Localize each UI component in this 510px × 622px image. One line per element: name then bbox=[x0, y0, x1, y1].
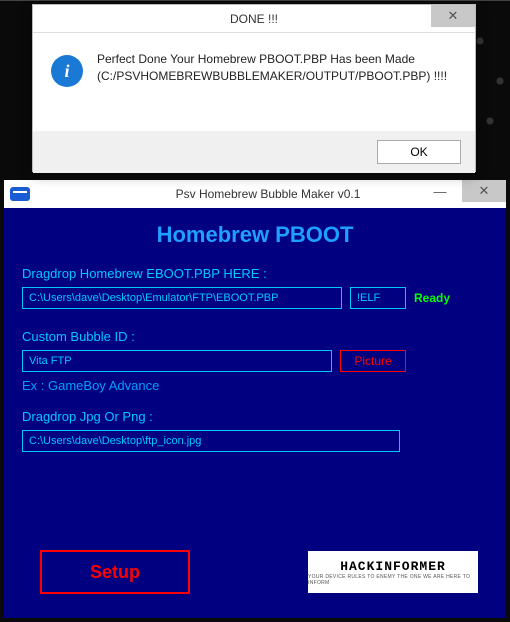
page-title: Homebrew PBOOT bbox=[22, 222, 488, 248]
close-button[interactable]: ✕ bbox=[462, 180, 506, 202]
ok-button[interactable]: OK bbox=[377, 140, 461, 164]
eboot-label: Dragdrop Homebrew EBOOT.PBP HERE : bbox=[22, 266, 488, 281]
dialog-footer: OK bbox=[33, 131, 475, 173]
picture-button[interactable]: Picture bbox=[340, 350, 406, 372]
bubble-row: Picture bbox=[22, 350, 488, 372]
hackinformer-logo: HACKINFORMER YOUR DEVICE RULES TO ENEMY … bbox=[308, 551, 478, 593]
window-controls: — ✕ bbox=[418, 180, 506, 202]
app-window: Psv Homebrew Bubble Maker v0.1 — ✕ Homeb… bbox=[4, 180, 506, 618]
setup-button[interactable]: Setup bbox=[40, 550, 190, 594]
image-drop-label: Dragdrop Jpg Or Png : bbox=[22, 409, 488, 424]
app-titlebar: Psv Homebrew Bubble Maker v0.1 — ✕ bbox=[4, 180, 506, 208]
info-icon: i bbox=[51, 55, 83, 87]
logo-text: HACKINFORMER bbox=[340, 559, 446, 574]
minimize-button[interactable]: — bbox=[418, 180, 462, 202]
dialog-body: i Perfect Done Your Homebrew PBOOT.PBP H… bbox=[33, 33, 475, 131]
app-body: Homebrew PBOOT Dragdrop Homebrew EBOOT.P… bbox=[4, 208, 506, 618]
close-icon: ✕ bbox=[479, 183, 490, 199]
image-row bbox=[22, 430, 488, 452]
bottom-row: Setup HACKINFORMER YOUR DEVICE RULES TO … bbox=[40, 550, 478, 594]
done-dialog: DONE !!! ✕ i Perfect Done Your Homebrew … bbox=[32, 4, 476, 172]
ready-status: Ready bbox=[414, 291, 450, 305]
bubble-id-input[interactable] bbox=[22, 350, 332, 372]
eboot-path-input[interactable] bbox=[22, 287, 342, 309]
dialog-close-button[interactable]: ✕ bbox=[431, 5, 475, 27]
elf-input[interactable] bbox=[350, 287, 406, 309]
app-icon bbox=[10, 187, 30, 201]
close-icon: ✕ bbox=[448, 8, 459, 24]
eboot-row: Ready bbox=[22, 287, 488, 309]
logo-subtext: YOUR DEVICE RULES TO ENEMY THE ONE WE AR… bbox=[308, 574, 478, 586]
image-path-input[interactable] bbox=[22, 430, 400, 452]
dialog-title: DONE !!! bbox=[230, 12, 278, 26]
dialog-titlebar: DONE !!! ✕ bbox=[33, 5, 475, 33]
dialog-message: Perfect Done Your Homebrew PBOOT.PBP Has… bbox=[97, 51, 457, 85]
example-label: Ex : GameBoy Advance bbox=[22, 378, 488, 393]
bubble-id-label: Custom Bubble ID : bbox=[22, 329, 488, 344]
minimize-icon: — bbox=[434, 184, 447, 199]
